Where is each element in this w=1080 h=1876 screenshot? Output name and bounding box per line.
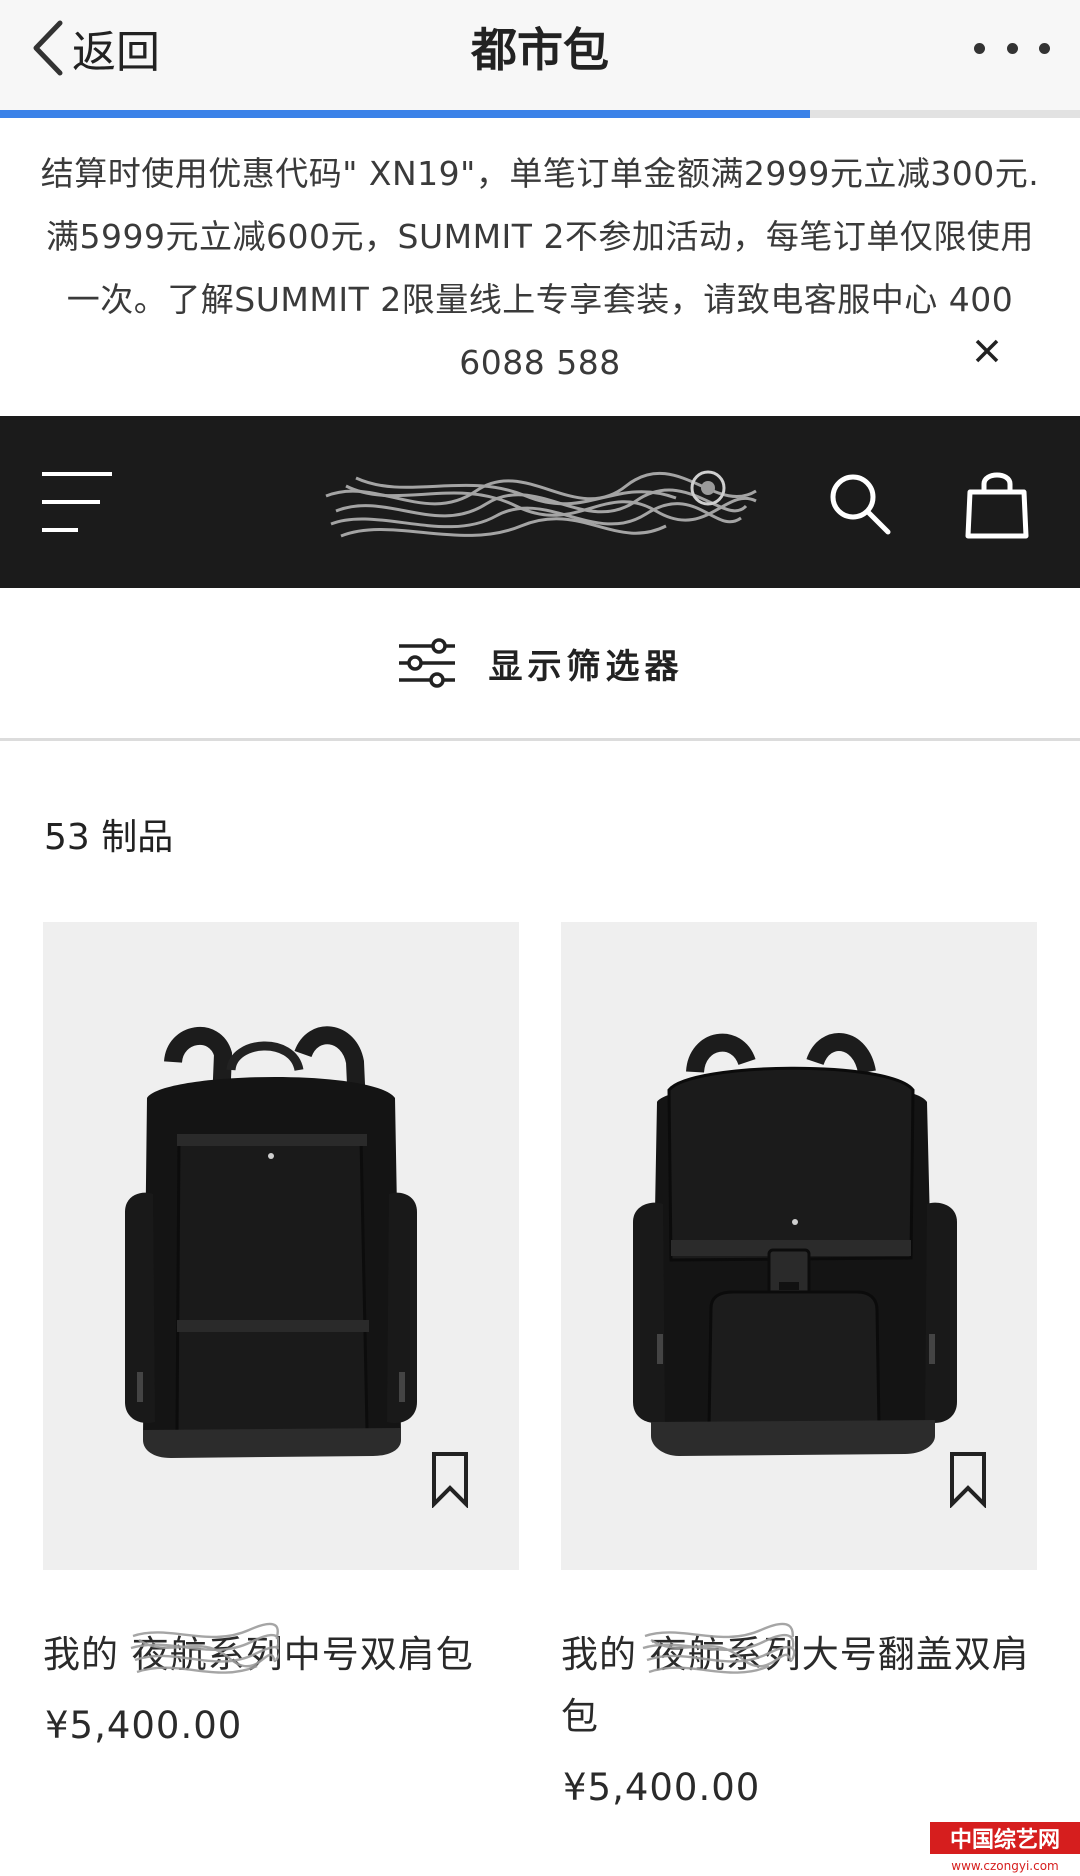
show-filters-label: 显示筛选器	[488, 646, 684, 687]
bookmark-icon[interactable]	[430, 1450, 470, 1508]
search-icon[interactable]	[826, 470, 892, 536]
more-dots-icon[interactable]	[974, 30, 1050, 66]
product-card[interactable]: 我的 夜航系列中号双肩包 ¥5,400.00	[43, 922, 519, 1747]
top-nav-bar: 返回 都市包	[0, 0, 1080, 118]
show-filters-button[interactable]: 显示筛选器	[0, 588, 1080, 741]
brand-logo-obscured	[325, 470, 757, 538]
close-icon[interactable]	[970, 334, 1004, 368]
svg-text:中国综艺网: 中国综艺网	[950, 1827, 1060, 1853]
product-name-text: 我的 夜航系列中号双肩包	[43, 1633, 474, 1676]
product-name-text: 我的 夜航系列大号翻盖双肩包	[561, 1633, 1030, 1738]
promo-banner: 结算时使用优惠代码" XN19"，单笔订单金额满2999元立减300元. 满59…	[0, 118, 1080, 416]
watermark-logo: 中国综艺网 www.czongyi.com	[930, 1822, 1080, 1873]
product-price: ¥5,400.00	[563, 1766, 761, 1809]
filter-sliders-icon	[398, 638, 455, 688]
svg-text:www.czongyi.com: www.czongyi.com	[951, 1859, 1059, 1873]
shopping-bag-icon[interactable]	[964, 466, 1030, 540]
product-name[interactable]: 我的 夜航系列大号翻盖双肩包	[561, 1622, 1037, 1748]
product-card[interactable]: 我的 夜航系列大号翻盖双肩包 ¥5,400.00	[561, 922, 1037, 1809]
product-price: ¥5,400.00	[45, 1704, 243, 1747]
page-title: 都市包	[471, 23, 609, 77]
promo-text: 结算时使用优惠代码" XN19"，单笔订单金额满2999元立减300元. 满59…	[40, 154, 1040, 382]
page-load-progress-fill	[0, 110, 810, 118]
store-header	[0, 416, 1080, 588]
product-image[interactable]	[43, 922, 519, 1570]
product-count: 53 制品	[44, 817, 174, 858]
page-load-progress	[0, 110, 1080, 118]
hamburger-menu-icon[interactable]	[42, 472, 112, 532]
product-name[interactable]: 我的 夜航系列中号双肩包	[43, 1622, 519, 1686]
product-image[interactable]	[561, 922, 1037, 1570]
bookmark-icon[interactable]	[948, 1450, 988, 1508]
